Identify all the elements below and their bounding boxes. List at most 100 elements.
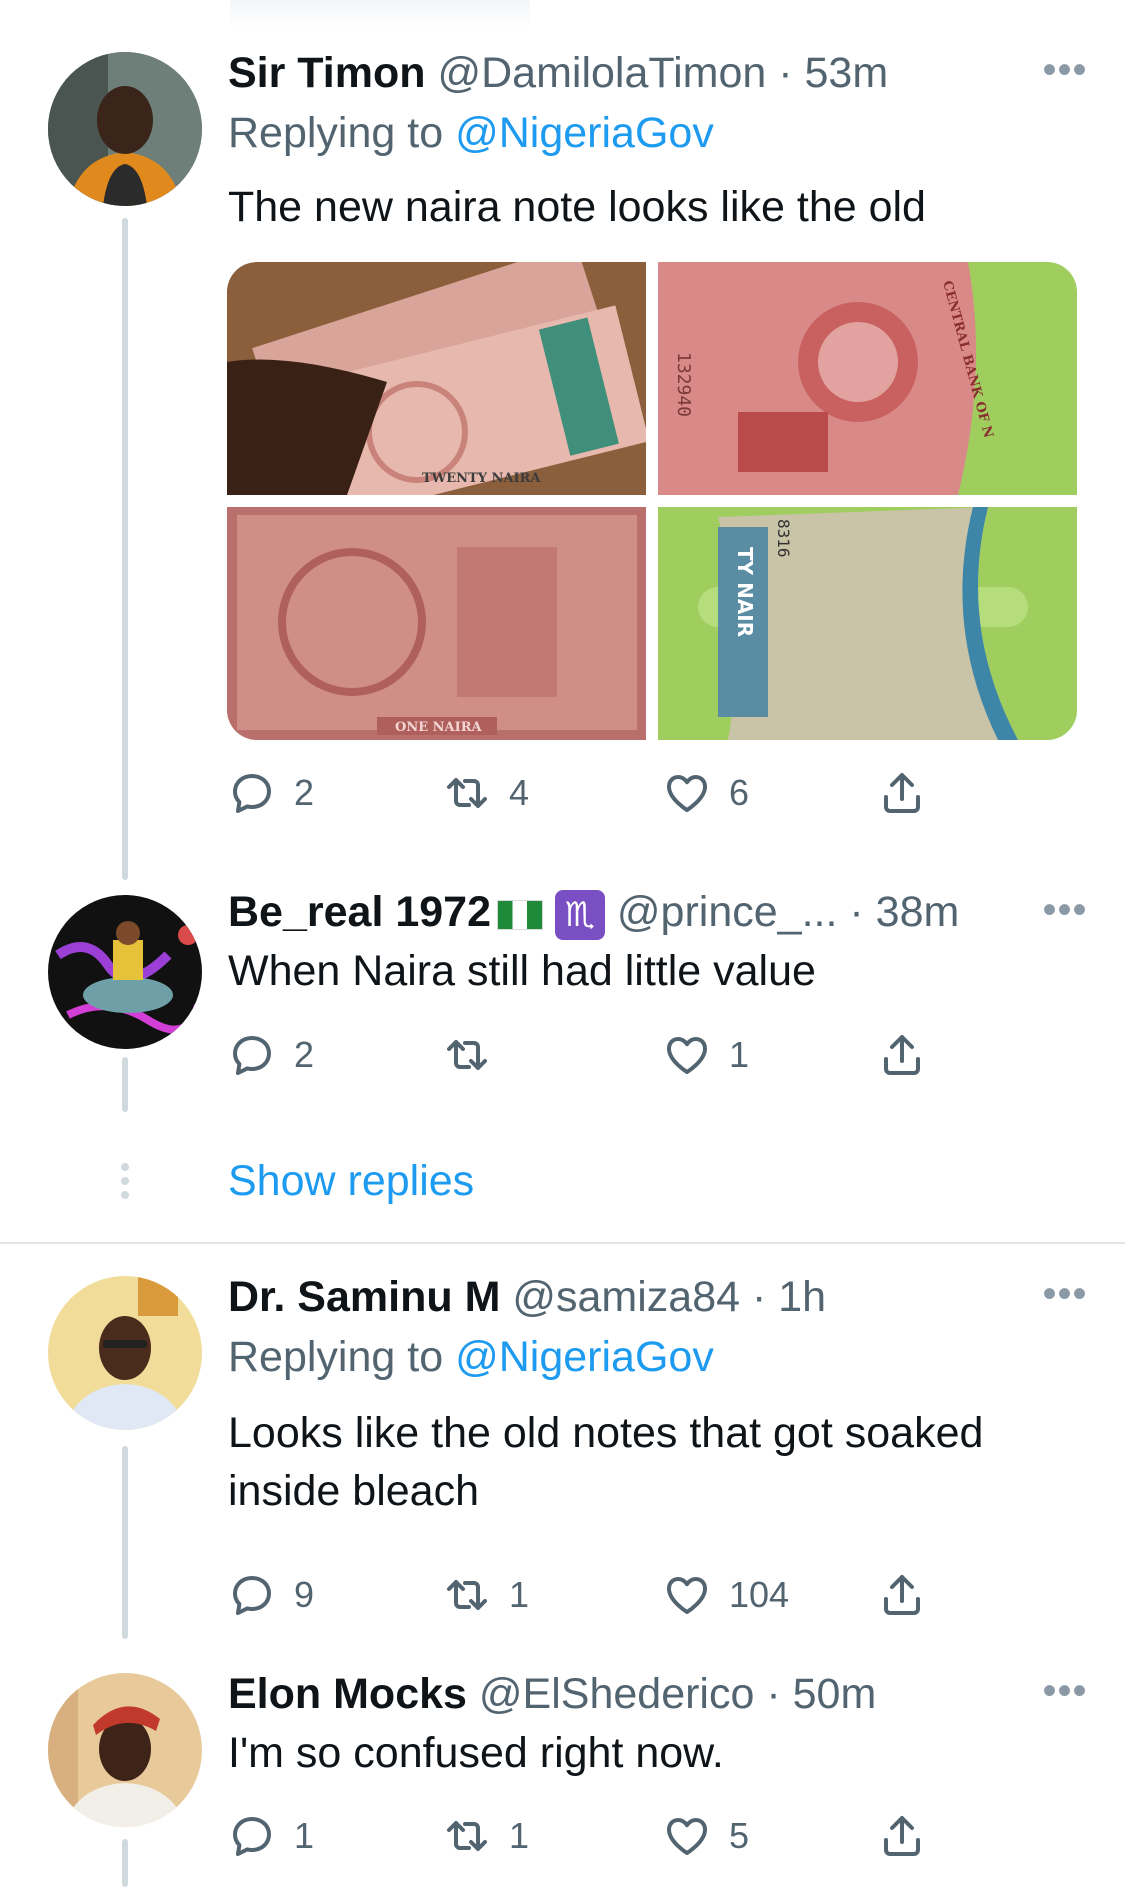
more-options-icon[interactable]: ••• xyxy=(1035,1671,1095,1713)
timestamp[interactable]: 50m xyxy=(793,1670,877,1718)
reply-button[interactable]: 9 xyxy=(228,1570,314,1620)
thread-line xyxy=(122,1057,128,1112)
retweet-button[interactable]: 1 xyxy=(443,1570,529,1620)
media-image-4[interactable]: TY NAIR 8316 xyxy=(658,507,1077,740)
media-image-1[interactable]: TWENTY NAIRA xyxy=(227,262,646,495)
note-label-1: TWENTY NAIRA xyxy=(422,471,541,486)
replying-label: Replying to xyxy=(228,1333,444,1381)
tweet-actions: 9 1 104 xyxy=(228,1570,938,1620)
like-icon xyxy=(667,1577,707,1614)
tweet-actions: 1 1 5 xyxy=(228,1811,938,1861)
share-button[interactable] xyxy=(878,1811,926,1861)
reply-count: 9 xyxy=(294,1574,315,1615)
retweet-button[interactable]: 1 xyxy=(443,1811,529,1861)
tweet-header: Dr. Saminu M @samiza84 · 1h xyxy=(228,1272,1065,1322)
tweet-actions: 2 1 xyxy=(228,1030,938,1080)
reply-count: 2 xyxy=(294,1034,315,1075)
thread-line xyxy=(122,1839,128,1887)
avatar[interactable] xyxy=(48,895,202,1049)
share-icon xyxy=(884,773,920,813)
separator-dot: · xyxy=(754,1670,793,1718)
reply-count: 1 xyxy=(294,1815,315,1856)
reply-count: 2 xyxy=(294,772,315,813)
show-replies-link[interactable]: Show replies xyxy=(228,1156,474,1206)
tweet-be-real[interactable]: Be_real 1972 ♏ @prince_... · 38m ••• Whe… xyxy=(0,880,1125,1140)
share-icon xyxy=(884,1035,920,1075)
media-image-3[interactable]: ONE NAIRA xyxy=(227,507,646,740)
thread-dots xyxy=(118,1163,132,1203)
mention-link[interactable]: @NigeriaGov xyxy=(455,1333,714,1381)
share-button[interactable] xyxy=(878,1030,926,1080)
avatar[interactable] xyxy=(48,52,202,206)
media-grid[interactable]: TWENTY NAIRA 132940 CENTRAL BANK OF N ON… xyxy=(227,262,1077,740)
reply-button[interactable]: 1 xyxy=(228,1811,314,1861)
like-count: 6 xyxy=(729,772,750,813)
reply-button[interactable]: 2 xyxy=(228,1030,314,1080)
retweet-count: 4 xyxy=(509,772,530,813)
user-handle[interactable]: @DamilolaTimon xyxy=(437,49,766,97)
note-label-3: ONE NAIRA xyxy=(395,720,482,735)
timestamp[interactable]: 38m xyxy=(876,888,960,936)
retweet-button[interactable]: 4 xyxy=(443,768,529,818)
like-count: 1 xyxy=(729,1034,750,1075)
note-label-4: TY NAIR xyxy=(733,547,757,637)
tweet-actions: 2 4 6 xyxy=(228,768,938,818)
reply-icon xyxy=(233,1036,271,1075)
reply-icon xyxy=(233,774,271,813)
display-name[interactable]: Elon Mocks xyxy=(228,1670,467,1718)
thread-line xyxy=(122,218,128,880)
mention-link[interactable]: @NigeriaGov xyxy=(455,109,714,157)
user-handle[interactable]: @ElShederico xyxy=(479,1670,755,1718)
like-button[interactable]: 104 xyxy=(663,1570,789,1620)
tweet-text: The new naira note looks like the old xyxy=(228,183,926,231)
nigeria-flag-icon xyxy=(497,899,543,930)
timestamp[interactable]: 53m xyxy=(805,49,889,97)
user-handle[interactable]: @samiza84 xyxy=(512,1273,740,1321)
like-button[interactable]: 6 xyxy=(663,768,749,818)
like-button[interactable]: 5 xyxy=(663,1811,749,1861)
reply-button[interactable]: 2 xyxy=(228,768,314,818)
avatar[interactable] xyxy=(48,1673,202,1827)
display-name[interactable]: Be_real 1972 xyxy=(228,888,491,936)
retweet-count: 1 xyxy=(509,1815,530,1856)
like-count: 104 xyxy=(729,1574,790,1615)
avatar[interactable] xyxy=(48,1276,202,1430)
like-count: 5 xyxy=(729,1815,750,1856)
share-button[interactable] xyxy=(878,768,926,818)
share-icon xyxy=(884,1575,920,1615)
retweet-icon xyxy=(447,778,487,808)
separator-dot: · xyxy=(837,888,876,936)
tweet-header: Sir Timon @DamilolaTimon · 53m xyxy=(228,48,1065,98)
display-name[interactable]: Sir Timon xyxy=(228,49,426,97)
more-options-icon[interactable]: ••• xyxy=(1035,1274,1095,1316)
like-icon xyxy=(667,775,707,812)
scorpio-emoji-icon: ♏ xyxy=(554,889,605,940)
tweet-text: Looks like the old notes that got soaked… xyxy=(228,1409,984,1515)
reply-icon xyxy=(233,1576,271,1615)
like-icon xyxy=(667,1818,707,1855)
share-button[interactable] xyxy=(878,1570,926,1620)
replying-label: Replying to xyxy=(228,109,444,157)
media-image-2[interactable]: 132940 CENTRAL BANK OF N xyxy=(658,262,1077,495)
more-options-icon[interactable]: ••• xyxy=(1035,890,1095,932)
user-handle[interactable]: @prince_... xyxy=(617,888,838,936)
retweet-count: 1 xyxy=(509,1574,530,1615)
like-button[interactable]: 1 xyxy=(663,1030,749,1080)
more-options-icon[interactable]: ••• xyxy=(1035,50,1095,92)
tweet-sir-timon[interactable]: Sir Timon @DamilolaTimon · 53m ••• Reply… xyxy=(0,0,1125,880)
tweet-header: Be_real 1972 ♏ @prince_... · 38m xyxy=(228,887,1065,940)
serial-number: 132940 xyxy=(673,352,694,417)
serial-number-2: 8316 xyxy=(774,519,793,558)
tweet-text: When Naira still had little value xyxy=(228,947,816,995)
display-name[interactable]: Dr. Saminu M xyxy=(228,1273,500,1321)
separator-dot: · xyxy=(766,49,805,97)
timestamp[interactable]: 1h xyxy=(778,1273,826,1321)
retweet-icon xyxy=(447,1040,487,1070)
tweet-elon-mocks[interactable]: Elon Mocks @ElShederico · 50m ••• I'm so… xyxy=(0,1639,1125,1887)
share-icon xyxy=(884,1816,920,1856)
thread-line xyxy=(122,1446,128,1639)
retweet-button[interactable] xyxy=(443,1030,509,1080)
separator-dot: · xyxy=(740,1273,779,1321)
tweet-dr-saminu[interactable]: Dr. Saminu M @samiza84 · 1h ••• Replying… xyxy=(0,1244,1125,1639)
replying-to: Replying to @NigeriaGov xyxy=(228,108,714,158)
